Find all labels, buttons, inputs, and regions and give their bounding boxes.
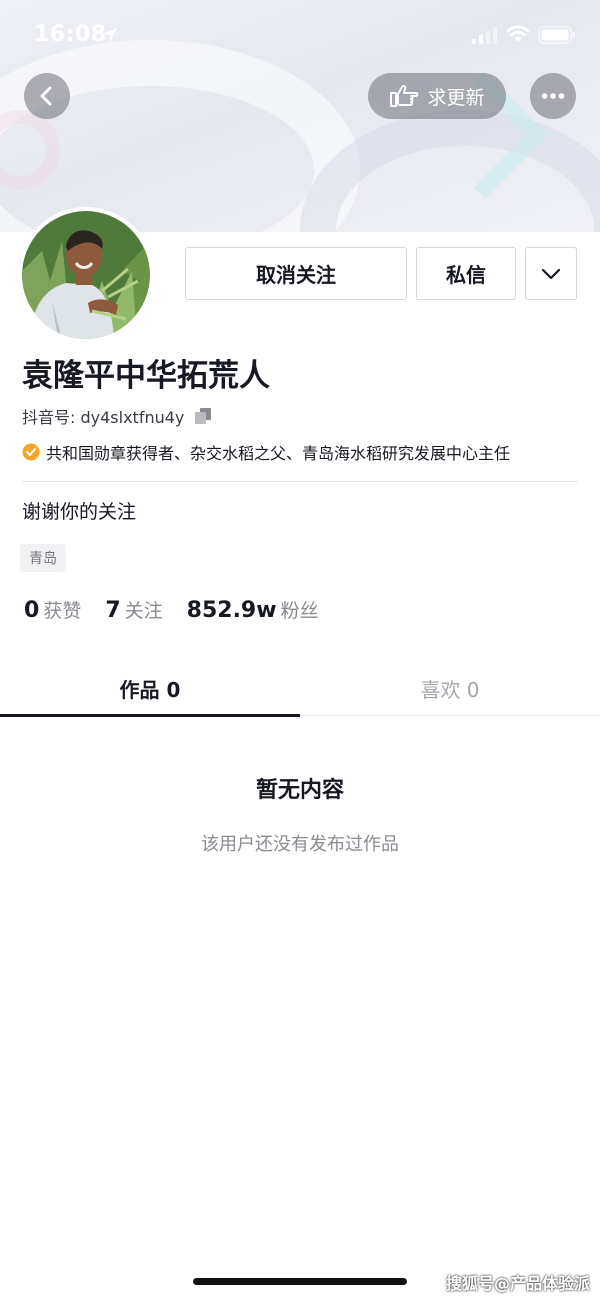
unfollow-button[interactable]: 取消关注 <box>185 247 407 300</box>
location-arrow-icon <box>103 28 117 42</box>
status-bar: 16:08 <box>0 0 600 70</box>
cellular-signal-icon <box>472 27 497 44</box>
following-label[interactable]: 关注 <box>125 596 163 623</box>
tab-works-label: 作品 0 <box>119 677 181 702</box>
copy-icon[interactable] <box>194 407 212 425</box>
status-time: 16:08 <box>34 22 107 47</box>
pointing-hand-icon <box>390 85 419 107</box>
recommend-dropdown-button[interactable] <box>525 247 577 300</box>
following-count[interactable]: 7 <box>105 598 120 623</box>
more-options-button[interactable] <box>530 73 576 119</box>
bio: 谢谢你的关注 <box>22 501 137 523</box>
verification-text: 共和国勋章获得者、杂交水稻之父、青岛海水稻研究发展中心主任 <box>46 444 511 463</box>
unfollow-label: 取消关注 <box>256 263 336 287</box>
profile-name: 袁隆平中华拓荒人 <box>22 358 270 394</box>
more-dots-icon <box>541 93 565 99</box>
empty-state-title: 暂无内容 <box>255 778 344 803</box>
wifi-icon <box>506 25 530 42</box>
stats-row: 0 获赞 7 关注 852.9w 粉丝 <box>24 596 343 623</box>
followers-label[interactable]: 粉丝 <box>281 596 319 623</box>
battery-icon <box>538 26 575 44</box>
location-tag-label: 青岛 <box>29 551 57 567</box>
message-button[interactable]: 私信 <box>416 247 516 300</box>
message-label: 私信 <box>446 263 486 287</box>
back-button[interactable] <box>24 73 70 119</box>
home-indicator[interactable] <box>193 1278 407 1285</box>
verified-badge-icon <box>22 443 40 461</box>
douyin-id-row: 抖音号: dy4slxtfnu4y <box>22 404 212 428</box>
location-tag: 青岛 <box>20 544 66 572</box>
content-tabs: 作品 0 喜欢 0 <box>0 660 600 717</box>
tab-likes-label: 喜欢 0 <box>420 677 480 702</box>
avatar-photo <box>22 211 150 339</box>
chevron-left-icon <box>40 86 52 106</box>
request-update-button[interactable]: 求更新 <box>368 73 506 119</box>
douyin-id-value: dy4slxtfnu4y <box>80 408 185 427</box>
verification-row: 共和国勋章获得者、杂交水稻之父、青岛海水稻研究发展中心主任 <box>22 440 510 464</box>
request-update-label: 求更新 <box>427 86 485 109</box>
followers-count[interactable]: 852.9w <box>187 598 277 623</box>
divider <box>22 481 578 482</box>
tab-works[interactable]: 作品 0 <box>0 660 300 717</box>
douyin-id-label: 抖音号: <box>22 408 76 427</box>
likes-label: 获赞 <box>43 600 82 622</box>
avatar[interactable] <box>18 207 154 343</box>
empty-state-subtitle: 该用户还没有发布过作品 <box>201 834 399 855</box>
watermark: 搜狐号@产品体验派 <box>446 1274 591 1293</box>
likes-count: 0 <box>24 598 40 623</box>
chevron-down-icon <box>541 268 561 279</box>
tab-likes[interactable]: 喜欢 0 <box>300 660 600 716</box>
